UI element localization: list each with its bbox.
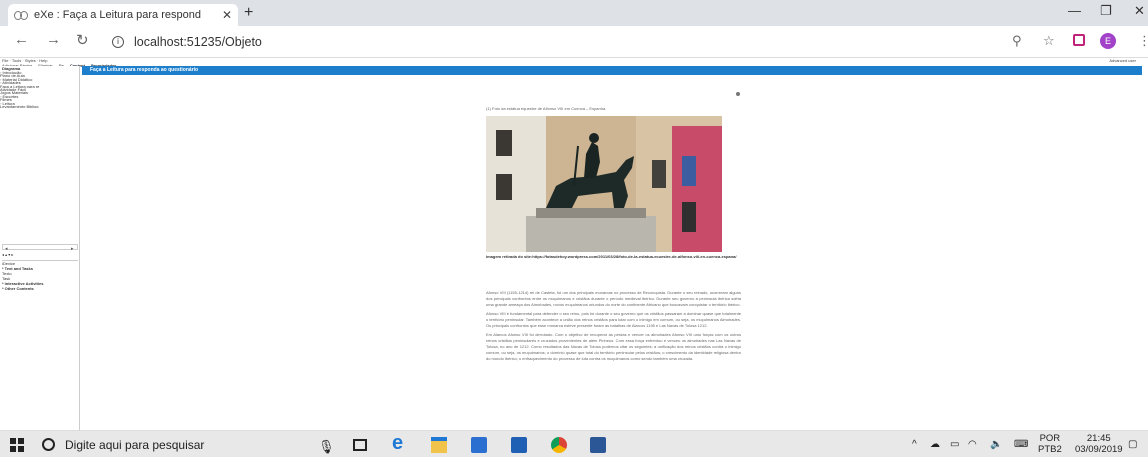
idevice-item[interactable]: * Other Contents [2,286,78,291]
outline-panel: Diagrama ◦ Introdução Plano de Aula ◦ Mat… [0,66,80,430]
chrome-icon[interactable] [551,437,567,453]
microphone-icon[interactable]: 🎙 [318,439,335,455]
store-icon[interactable] [471,437,487,453]
avatar[interactable]: E [1100,33,1116,49]
edge-icon[interactable]: e [392,432,408,454]
notifications-icon[interactable]: ▢ [1128,439,1137,450]
taskbar: Digite aqui para pesquisar 🎙 e ^ ☁ ▭ ◠ 🔈… [0,430,1148,457]
language-indicator[interactable]: POR PTB2 [1038,433,1062,455]
back-arrow-icon[interactable]: ← [14,31,29,48]
clock-date: 03/09/2019 [1075,444,1123,455]
page-title: Faça a Leitura para responda ao question… [82,66,1142,75]
battery-icon[interactable]: ▭ [950,439,959,450]
clock-time: 21:45 [1086,433,1111,444]
paragraph: Em Alarcos Afonso VIII foi derrotado. Co… [486,332,741,361]
cortana-icon [42,438,55,451]
outline-arrows[interactable]: ◂ ▴ ▾ ▸ [2,252,13,257]
address-bar-row: ← → ↻ i localhost:51235/Objeto ⚲ ☆ E ⋮ [0,26,1148,58]
new-tab-button[interactable]: + [244,4,253,22]
advanced-user-link[interactable]: Advanced user [1109,58,1136,63]
image-caption: (1) Foto da estátua equestre de Alfonso … [486,106,607,111]
tab-close-icon[interactable]: ✕ [222,8,232,22]
file-explorer-icon[interactable] [431,437,447,453]
reload-icon[interactable]: ↻ [76,31,89,49]
browser-tab[interactable]: eXe : Faça a Leitura para respond ✕ [8,4,238,26]
show-hidden-icons-icon[interactable]: ^ [912,439,917,450]
outline-scrollbar[interactable]: ◂ ▸ [2,244,78,252]
extension-icon[interactable] [1073,34,1085,46]
minimize-icon[interactable]: — [1068,3,1081,18]
bullet-dot [736,92,740,96]
article: (1) Foto da estátua equestre de Alfonso … [486,106,741,365]
onedrive-icon[interactable]: ☁ [930,439,940,450]
outline-item[interactable]: Levantamento Bibliog [0,105,79,108]
maximize-icon[interactable]: ❐ [1100,3,1112,19]
outline-tree: ◦ Introdução Plano de Aula ◦ Material Did… [0,71,79,108]
browser-chrome: eXe : Faça a Leitura para respond ✕ + — … [0,0,1148,58]
statue-photo [486,116,722,252]
paragraph: Afonso VIII (1155-1214) rei de Castela, … [486,290,741,307]
tab-strip: eXe : Faça a Leitura para respond ✕ + — … [0,0,1148,26]
clock[interactable]: 21:45 03/09/2019 [1075,433,1123,455]
scroll-right-icon[interactable]: ▸ [71,246,74,252]
tab-title: eXe : Faça a Leitura para respond [34,9,201,21]
mail-icon[interactable] [511,437,527,453]
url-bar[interactable]: i localhost:51235/Objeto [112,31,952,53]
forward-arrow-icon[interactable]: → [46,31,61,48]
language-code: POR [1039,433,1061,444]
exe-app: File · Tools · Styles · Help Adicionar P… [0,58,1148,430]
start-windows-icon[interactable] [10,438,24,452]
zoom-icon[interactable]: ⚲ [1012,33,1022,49]
statue-image [486,116,722,252]
word-icon[interactable] [590,437,606,453]
search-placeholder: Digite aqui para pesquisar [65,437,205,452]
network-icon[interactable]: ◠ [968,439,977,450]
paragraph: Afonso VIII é fundamental para defender … [486,311,741,328]
task-view-icon[interactable] [353,439,367,451]
image-credit: Imagem retirada do site:https://fotasdeh… [486,254,737,259]
menu-dots-icon[interactable]: ⋮ [1138,33,1148,49]
volume-icon[interactable]: 🔈 [990,439,1002,450]
taskbar-search[interactable]: Digite aqui para pesquisar [36,432,300,457]
input-keyboard-icon[interactable]: ⌨ [1014,439,1028,450]
site-info-icon[interactable]: i [112,36,124,48]
star-icon[interactable]: ☆ [1043,33,1055,49]
close-window-icon[interactable]: ✕ [1134,3,1145,19]
exe-favicon-icon [14,10,28,20]
url-text: localhost:51235/Objeto [134,35,262,49]
idevices-panel: iDevice * Text and Tasks Texto Task * Inter… [2,260,78,291]
content-area: Faça a Leitura para responda ao question… [82,66,1142,430]
keyboard-layout: PTB2 [1038,444,1062,455]
